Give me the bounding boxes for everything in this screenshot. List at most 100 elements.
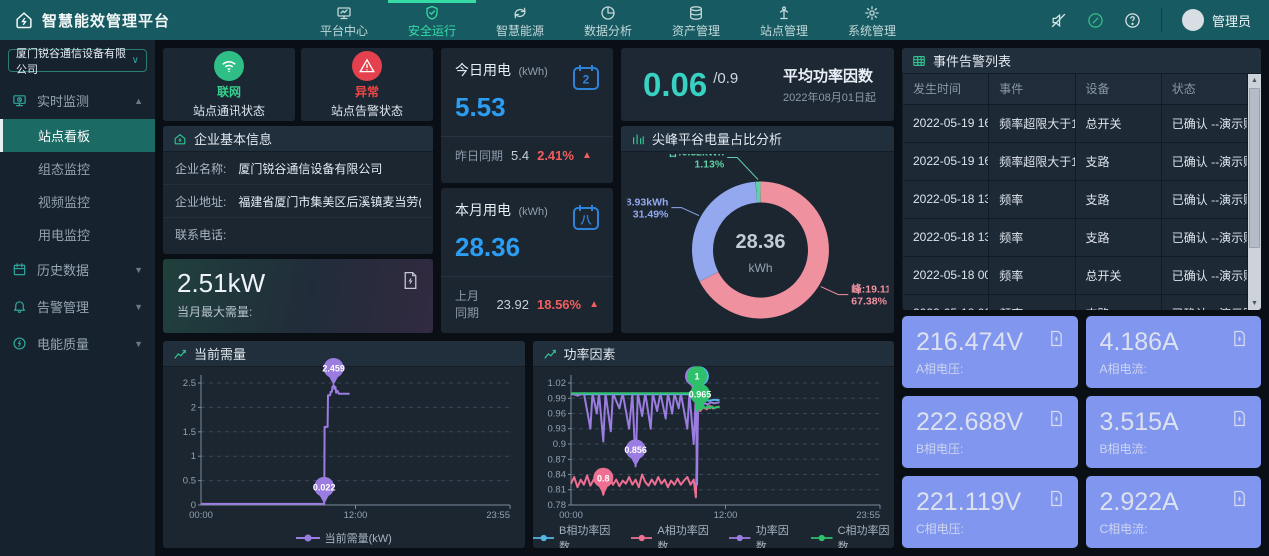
- sidebar: 厦门锐谷通信设备有限公司 ∨ 实时监测▲站点看板组态监控视频监控用电监控历史数据…: [0, 40, 155, 556]
- table-cell: 支路: [1075, 142, 1161, 180]
- svg-text:kWh: kWh: [748, 261, 772, 275]
- mute-icon[interactable]: [1050, 12, 1067, 29]
- table-row[interactable]: 2022-05-19 16:2...频率超限大于1Hz支路已确认 --演示账号: [903, 142, 1248, 180]
- meter-card[interactable]: 4.186AA相电流:: [1086, 316, 1262, 388]
- month-percent: 18.56%: [537, 297, 581, 312]
- month-energy-card: 本月用电 (kWh) 八 28.36 上月同期 23.92: [441, 188, 613, 333]
- meter-card[interactable]: 2.922AC相电流:: [1086, 476, 1262, 548]
- table-cell: 支路: [1075, 180, 1161, 218]
- svg-text:峰:19.11kWh: 峰:19.11kWh: [851, 283, 888, 296]
- pf-since: 2022年08月01日起: [783, 89, 876, 105]
- table-cell: 2022-05-19 16:2...: [903, 142, 989, 180]
- today-unit: (kWh): [518, 66, 547, 78]
- meter-label: B相电压:: [916, 440, 1064, 457]
- meter-card[interactable]: 3.515AB相电流:: [1086, 396, 1262, 468]
- meter-card[interactable]: 221.119VC相电压:: [902, 476, 1078, 548]
- sidebar-item-1-4[interactable]: 用电监控: [0, 218, 155, 251]
- legend-marker-icon: [533, 534, 555, 542]
- max-demand-card[interactable]: 2.51kW 当月最大需量:: [163, 259, 433, 333]
- meter-value: 222.688V: [916, 408, 1064, 437]
- nav-item-5[interactable]: 资产管理: [652, 0, 740, 40]
- table-scrollbar[interactable]: ▲ ▼: [1248, 74, 1261, 310]
- table-row[interactable]: 2022-05-19 16:2...频率超限大于1Hz总开关已确认 --演示账号: [903, 104, 1248, 142]
- legend-marker-icon: [729, 534, 750, 542]
- history-icon: [12, 262, 27, 277]
- avatar: [1182, 9, 1204, 31]
- calendar-day-icon: 2: [571, 62, 601, 92]
- sidebar-group-2[interactable]: 历史数据▼: [0, 251, 155, 288]
- info-value: 福建省厦门市集美区后溪镇麦当劳(软件园三...: [238, 193, 421, 210]
- bar-chart-icon: [631, 132, 645, 146]
- sidebar-item-1-3[interactable]: 视频监控: [0, 185, 155, 218]
- sidebar-item-1-1[interactable]: 站点看板: [0, 119, 155, 152]
- table-cell: 频率超限大于1Hz: [989, 104, 1075, 142]
- table-icon: [912, 54, 926, 68]
- svg-text:0.93: 0.93: [547, 424, 566, 435]
- svg-text:1.02: 1.02: [547, 378, 566, 389]
- site-icon: [776, 5, 792, 21]
- peak-valley-header: 尖峰平谷电量占比分析: [621, 126, 894, 152]
- table-column-header: 状态: [1161, 74, 1247, 104]
- help-icon[interactable]: [1124, 12, 1141, 29]
- sidebar-group-1[interactable]: 实时监测▲: [0, 82, 155, 119]
- comm-state: 联网: [217, 83, 241, 100]
- nav-item-7[interactable]: 系统管理: [828, 0, 916, 40]
- divider: [1161, 8, 1162, 32]
- company-select[interactable]: 厦门锐谷通信设备有限公司 ∨: [8, 49, 147, 72]
- sidebar-group-label: 告警管理: [37, 297, 89, 316]
- connection-status-icon[interactable]: [1087, 12, 1104, 29]
- table-row[interactable]: 2022-05-18 13:1...频率支路已确认 --演示账号: [903, 218, 1248, 256]
- svg-text:0.9: 0.9: [552, 439, 565, 450]
- legend-marker-icon: [296, 534, 320, 542]
- scrollbar-thumb[interactable]: [1249, 88, 1260, 248]
- nav-item-4[interactable]: 数据分析: [564, 0, 652, 40]
- meter-value: 2.922A: [1100, 488, 1248, 517]
- alarm-table: 发生时间事件设备状态 2022-05-19 16:2...频率超限大于1Hz总开…: [902, 74, 1248, 310]
- sidebar-group-4[interactable]: 电能质量▼: [0, 325, 155, 362]
- sidebar-item-1-2[interactable]: 组态监控: [0, 152, 155, 185]
- alarm-state: 异常: [355, 83, 379, 100]
- table-row[interactable]: 2022-05-18 00:1...频率支路已确认 --演示账号: [903, 294, 1248, 310]
- alarm-status-card[interactable]: 异常 站点告警状态: [301, 48, 433, 121]
- user-menu[interactable]: 管理员: [1182, 9, 1251, 31]
- dashboard-app: 智慧能效管理平台 平台中心安全运行智慧能源数据分析资产管理站点管理系统管理: [0, 0, 1269, 556]
- company-info-row: 联系电话:: [163, 218, 433, 250]
- nav-item-1[interactable]: 平台中心: [300, 0, 388, 40]
- nav-item-2[interactable]: 安全运行: [388, 0, 476, 40]
- table-cell: 频率: [989, 218, 1075, 256]
- svg-text:0.99: 0.99: [547, 393, 566, 404]
- pf-chart-header: 功率因素: [533, 341, 895, 367]
- month-compare-value: 23.92: [496, 297, 529, 312]
- sidebar-group-3[interactable]: 告警管理▼: [0, 288, 155, 325]
- trend-chart-icon: [543, 347, 557, 361]
- comm-status-card[interactable]: 联网 站点通讯状态: [163, 48, 295, 121]
- meter-card[interactable]: 216.474VA相电压:: [902, 316, 1078, 388]
- table-row[interactable]: 2022-05-18 00:5...频率总开关已确认 --演示账号: [903, 256, 1248, 294]
- system-icon: [864, 5, 880, 21]
- nav-item-6[interactable]: 站点管理: [740, 0, 828, 40]
- nav-item-label: 站点管理: [760, 22, 808, 39]
- realtime-icon: [12, 93, 27, 108]
- alarm-table-title: 事件告警列表: [933, 51, 1011, 70]
- report-icon: [1049, 330, 1064, 347]
- nav-item-label: 数据分析: [584, 22, 632, 39]
- svg-text:00:00: 00:00: [559, 510, 583, 521]
- today-percent: 2.41%: [537, 148, 574, 163]
- table-row[interactable]: 2022-05-18 13:4...频率支路已确认 --演示账号: [903, 180, 1248, 218]
- svg-text:00:00: 00:00: [189, 510, 213, 521]
- scroll-down-icon[interactable]: ▼: [1248, 297, 1261, 310]
- asset-icon: [688, 5, 704, 21]
- legend-item[interactable]: 当前需量(kW): [296, 530, 392, 546]
- svg-text:1: 1: [191, 451, 196, 462]
- navbar-tools: 管理员: [1050, 8, 1269, 32]
- table-cell: 2022-05-19 16:2...: [903, 104, 989, 142]
- table-cell: 频率超限大于1Hz: [989, 142, 1075, 180]
- meter-card[interactable]: 222.688V B相电压:: [902, 396, 1078, 468]
- table-cell: 已确认 --演示账号: [1161, 180, 1247, 218]
- svg-text:八: 八: [580, 214, 593, 227]
- report-icon[interactable]: [402, 271, 419, 290]
- scroll-up-icon[interactable]: ▲: [1248, 74, 1261, 87]
- nav-item-3[interactable]: 智慧能源: [476, 0, 564, 40]
- table-cell: 总开关: [1075, 256, 1161, 294]
- nav-item-label: 平台中心: [320, 22, 368, 39]
